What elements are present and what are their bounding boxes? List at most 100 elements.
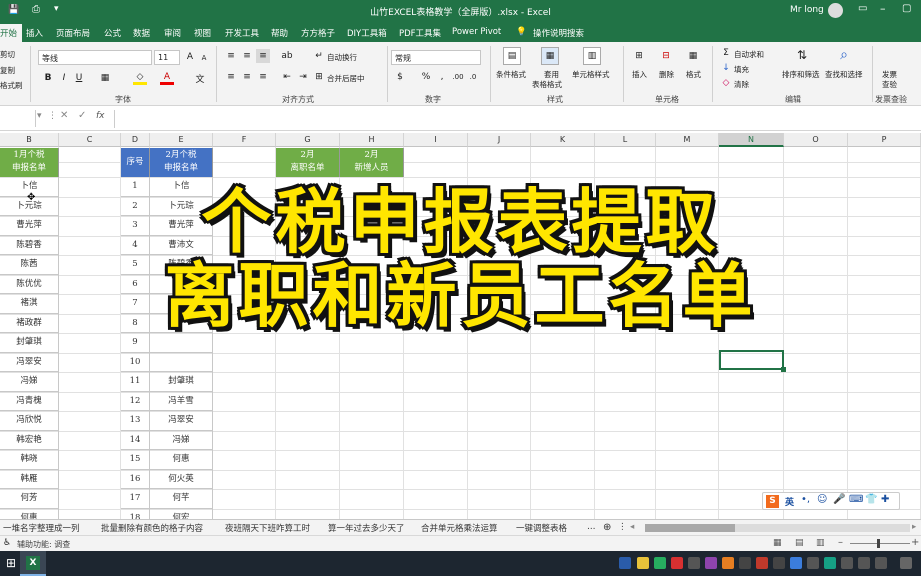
column-header-j[interactable]: J	[468, 133, 531, 147]
font-name-select[interactable]: 等线	[38, 50, 152, 65]
cell-d[interactable]: 5	[121, 255, 150, 275]
cell-d[interactable]: 18	[121, 508, 150, 519]
tab-insert[interactable]: 插入	[26, 27, 43, 39]
column-header-e[interactable]: E	[150, 133, 213, 147]
border-icon[interactable]: ▦	[98, 71, 112, 85]
cell-b[interactable]: 冯翠安	[0, 352, 59, 372]
tray-k-icon[interactable]	[619, 557, 631, 569]
sheet-tab[interactable]: 算一年过去多少天了	[328, 522, 405, 534]
tab-home[interactable]: 开始	[0, 24, 23, 42]
cell-b[interactable]: 褚政群	[0, 313, 59, 333]
align-center-icon[interactable]: ≡	[240, 71, 254, 83]
cell-d[interactable]: 13	[121, 411, 150, 431]
column-header-f[interactable]: F	[213, 133, 276, 147]
format-painter-button[interactable]: 格式刷	[0, 80, 23, 91]
cell-e[interactable]: 冯羊雪	[150, 391, 213, 411]
align-bottom-icon[interactable]: ≡	[256, 49, 270, 63]
cell-b[interactable]: 冯欣悦	[0, 411, 59, 431]
tab-page-layout[interactable]: 页面布局	[56, 27, 90, 39]
format-as-table-label2[interactable]: 表格格式	[532, 79, 562, 90]
scroll-left-icon[interactable]: ◂	[630, 522, 634, 532]
clear-button[interactable]: 清除	[734, 79, 749, 90]
cell-b[interactable]: 何芳	[0, 489, 59, 509]
sort-filter-button[interactable]: 排序和筛选	[782, 69, 820, 80]
page-break-view-icon[interactable]: ▥	[816, 538, 825, 548]
currency-icon[interactable]: $	[393, 71, 407, 83]
ime-mode[interactable]: 英	[785, 495, 794, 508]
italic-icon[interactable]: I	[58, 71, 70, 85]
fill-button[interactable]: 填充	[734, 64, 749, 75]
delete-cells-button[interactable]: 删除	[659, 69, 674, 80]
cell-b[interactable]: 韩宏艳	[0, 430, 59, 450]
align-left-icon[interactable]: ≡	[224, 71, 238, 83]
insert-cells-button[interactable]: 插入	[632, 69, 647, 80]
tray-cloud-icon[interactable]	[688, 557, 700, 569]
enter-icon[interactable]: ✓	[78, 110, 86, 121]
cell-e[interactable]	[150, 294, 213, 314]
cut-button[interactable]: 剪切	[0, 49, 15, 60]
emoji-icon[interactable]: ☺	[817, 494, 827, 505]
tab-developer[interactable]: 开发工具	[225, 27, 259, 39]
keyboard-icon[interactable]: ⌨	[849, 494, 863, 505]
comma-icon[interactable]: ,	[437, 71, 447, 83]
restore-icon[interactable]: ▢	[902, 3, 911, 14]
tray-teal-icon[interactable]	[824, 557, 836, 569]
cell-e[interactable]	[150, 352, 213, 372]
tray-settings-icon[interactable]	[739, 557, 751, 569]
indent-increase-icon[interactable]: ⇥	[296, 71, 310, 83]
cell-d[interactable]: 3	[121, 216, 150, 236]
scrollbar-thumb[interactable]	[645, 524, 735, 532]
column-header-m[interactable]: M	[656, 133, 719, 147]
horizontal-scrollbar[interactable]	[645, 524, 910, 532]
cell-d[interactable]: 15	[121, 450, 150, 470]
increase-decimal-icon[interactable]: .00	[451, 71, 465, 83]
cell-d[interactable]: 16	[121, 469, 150, 489]
punctuation-icon[interactable]: •,	[801, 494, 810, 505]
number-format-select[interactable]: 常规	[391, 50, 481, 65]
page-layout-view-icon[interactable]: ▤	[795, 538, 804, 548]
cell-e[interactable]: 何惠	[150, 450, 213, 470]
cell-e[interactable]: 卜元琮	[150, 196, 213, 216]
more-sheets-icon[interactable]: …	[587, 522, 596, 532]
underline-icon[interactable]: U	[73, 71, 85, 85]
tab-power-pivot[interactable]: Power Pivot	[452, 27, 501, 37]
cancel-icon[interactable]: ✕	[60, 110, 68, 121]
cell-e[interactable]: 冯娣	[150, 430, 213, 450]
column-header-i[interactable]: I	[404, 133, 468, 147]
tab-review[interactable]: 审阅	[164, 27, 181, 39]
split-handle-icon[interactable]: ⋮	[618, 522, 627, 532]
sogou-icon[interactable]: S	[766, 495, 779, 508]
mic-icon[interactable]: 🎤	[833, 494, 845, 505]
cell-b[interactable]: 陈优优	[0, 274, 59, 294]
cell-d[interactable]: 12	[121, 391, 150, 411]
sheet-tab[interactable]: 一键调整表格	[516, 522, 567, 534]
cell-styles-button[interactable]: 单元格样式	[572, 69, 610, 80]
cell-b[interactable]: 韩雁	[0, 469, 59, 489]
taskbar-excel[interactable]: X	[20, 551, 46, 576]
tab-fangfang[interactable]: 方方格子	[301, 27, 335, 39]
format-cells-button[interactable]: 格式	[686, 69, 701, 80]
accessibility-icon[interactable]: ♿	[3, 538, 11, 548]
cell-b[interactable]: 褚淇	[0, 294, 59, 314]
increase-font-icon[interactable]: A	[184, 51, 196, 63]
cell-e[interactable]	[150, 313, 213, 333]
tab-diy[interactable]: DIY工具箱	[347, 27, 387, 39]
header-feb-list[interactable]: 2月个税 申报名单	[150, 148, 213, 177]
cell-d[interactable]: 8	[121, 313, 150, 333]
merge-center-button[interactable]: 合并后居中	[327, 73, 365, 84]
column-header-l[interactable]: L	[595, 133, 656, 147]
sheet-tab[interactable]: 夜班隔天下班咋算工时	[225, 522, 310, 534]
tray-bluetooth-icon[interactable]	[773, 557, 785, 569]
column-header-n[interactable]: N	[719, 133, 784, 147]
cell-b[interactable]: 曹光萍	[0, 216, 59, 236]
tray-sound-icon[interactable]	[841, 557, 853, 569]
cell-b[interactable]: 冯青槐	[0, 391, 59, 411]
selected-cell[interactable]	[719, 350, 784, 370]
cell-e[interactable]: 何芊	[150, 489, 213, 509]
tray-wechat-icon[interactable]	[654, 557, 666, 569]
cell-e[interactable]: 封肇琪	[150, 372, 213, 392]
cell-e[interactable]: 何宏	[150, 508, 213, 519]
tray-orange-icon[interactable]	[722, 557, 734, 569]
fill-handle[interactable]	[781, 367, 786, 372]
wrap-text-button[interactable]: 自动换行	[327, 52, 357, 63]
